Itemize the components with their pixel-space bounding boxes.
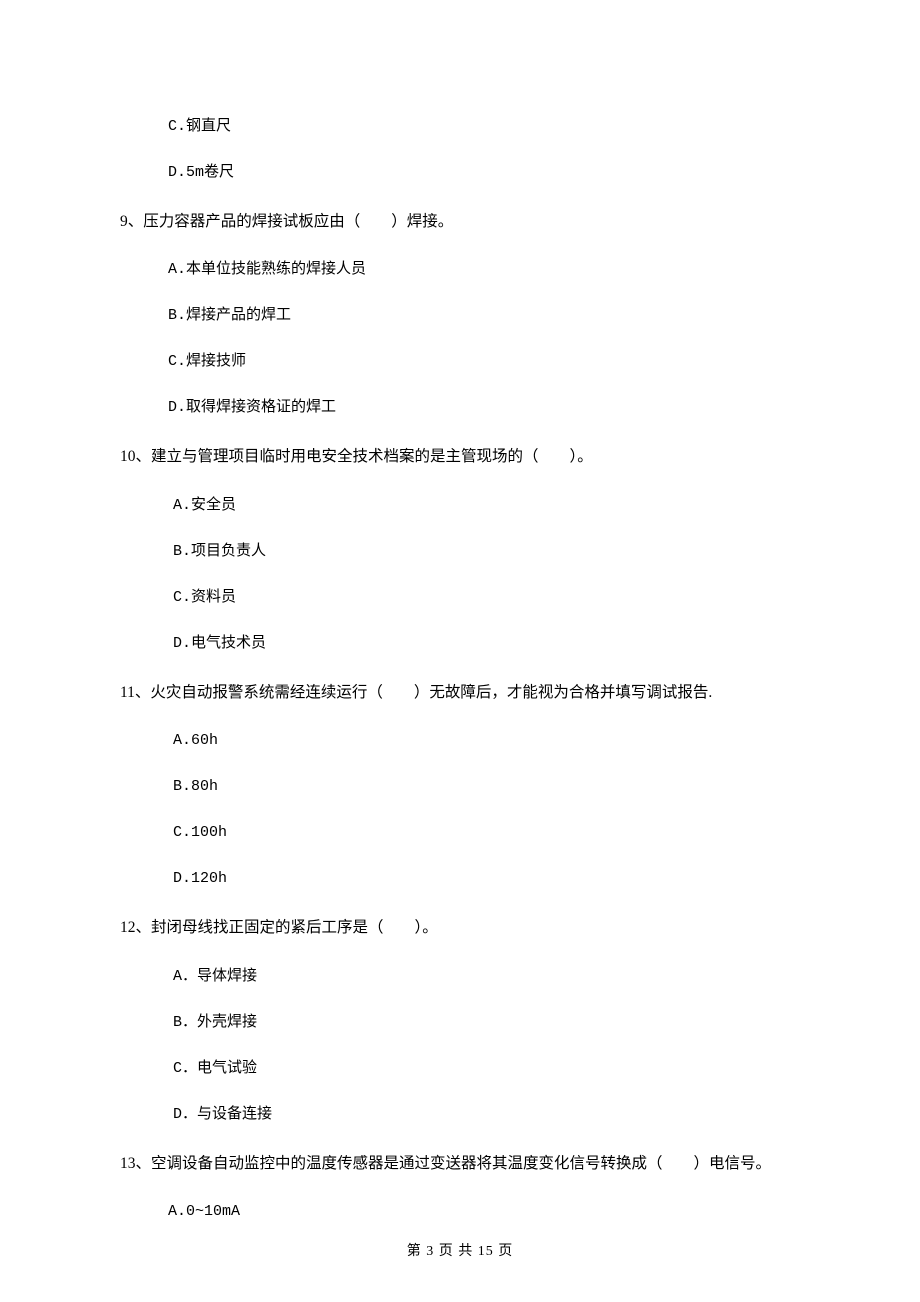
option: A.安全员 — [120, 494, 800, 518]
option: A.本单位技能熟练的焊接人员 — [120, 258, 800, 282]
option: C.100h — [120, 821, 800, 845]
option: B．外壳焊接 — [120, 1011, 800, 1035]
option: D.电气技术员 — [120, 632, 800, 656]
page-footer: 第 3 页 共 15 页 — [0, 1240, 920, 1260]
option: B.焊接产品的焊工 — [120, 304, 800, 328]
page: C.钢直尺 D.5m卷尺 9、压力容器产品的焊接试板应由（ ）焊接。 A.本单位… — [0, 0, 920, 1302]
option: C.资料员 — [120, 586, 800, 610]
option: A．导体焊接 — [120, 965, 800, 989]
leading-option: C.钢直尺 — [120, 115, 800, 139]
option: B.80h — [120, 775, 800, 799]
question-stem: 13、空调设备自动监控中的温度传感器是通过变送器将其温度变化信号转换成（ ）电信… — [120, 1149, 800, 1178]
question-stem: 10、建立与管理项目临时用电安全技术档案的是主管现场的（ ）。 — [120, 442, 800, 471]
question-stem: 11、火灾自动报警系统需经连续运行（ ）无故障后，才能视为合格并填写调试报告. — [120, 678, 800, 707]
option: C．电气试验 — [120, 1057, 800, 1081]
option: A.0~10mA — [120, 1200, 800, 1224]
leading-option: D.5m卷尺 — [120, 161, 800, 185]
option: D.取得焊接资格证的焊工 — [120, 396, 800, 420]
option: C.焊接技师 — [120, 350, 800, 374]
option: D．与设备连接 — [120, 1103, 800, 1127]
question-stem: 12、封闭母线找正固定的紧后工序是（ ）。 — [120, 913, 800, 942]
option: D.120h — [120, 867, 800, 891]
question-stem: 9、压力容器产品的焊接试板应由（ ）焊接。 — [120, 207, 800, 236]
option: B.项目负责人 — [120, 540, 800, 564]
option: A.60h — [120, 729, 800, 753]
